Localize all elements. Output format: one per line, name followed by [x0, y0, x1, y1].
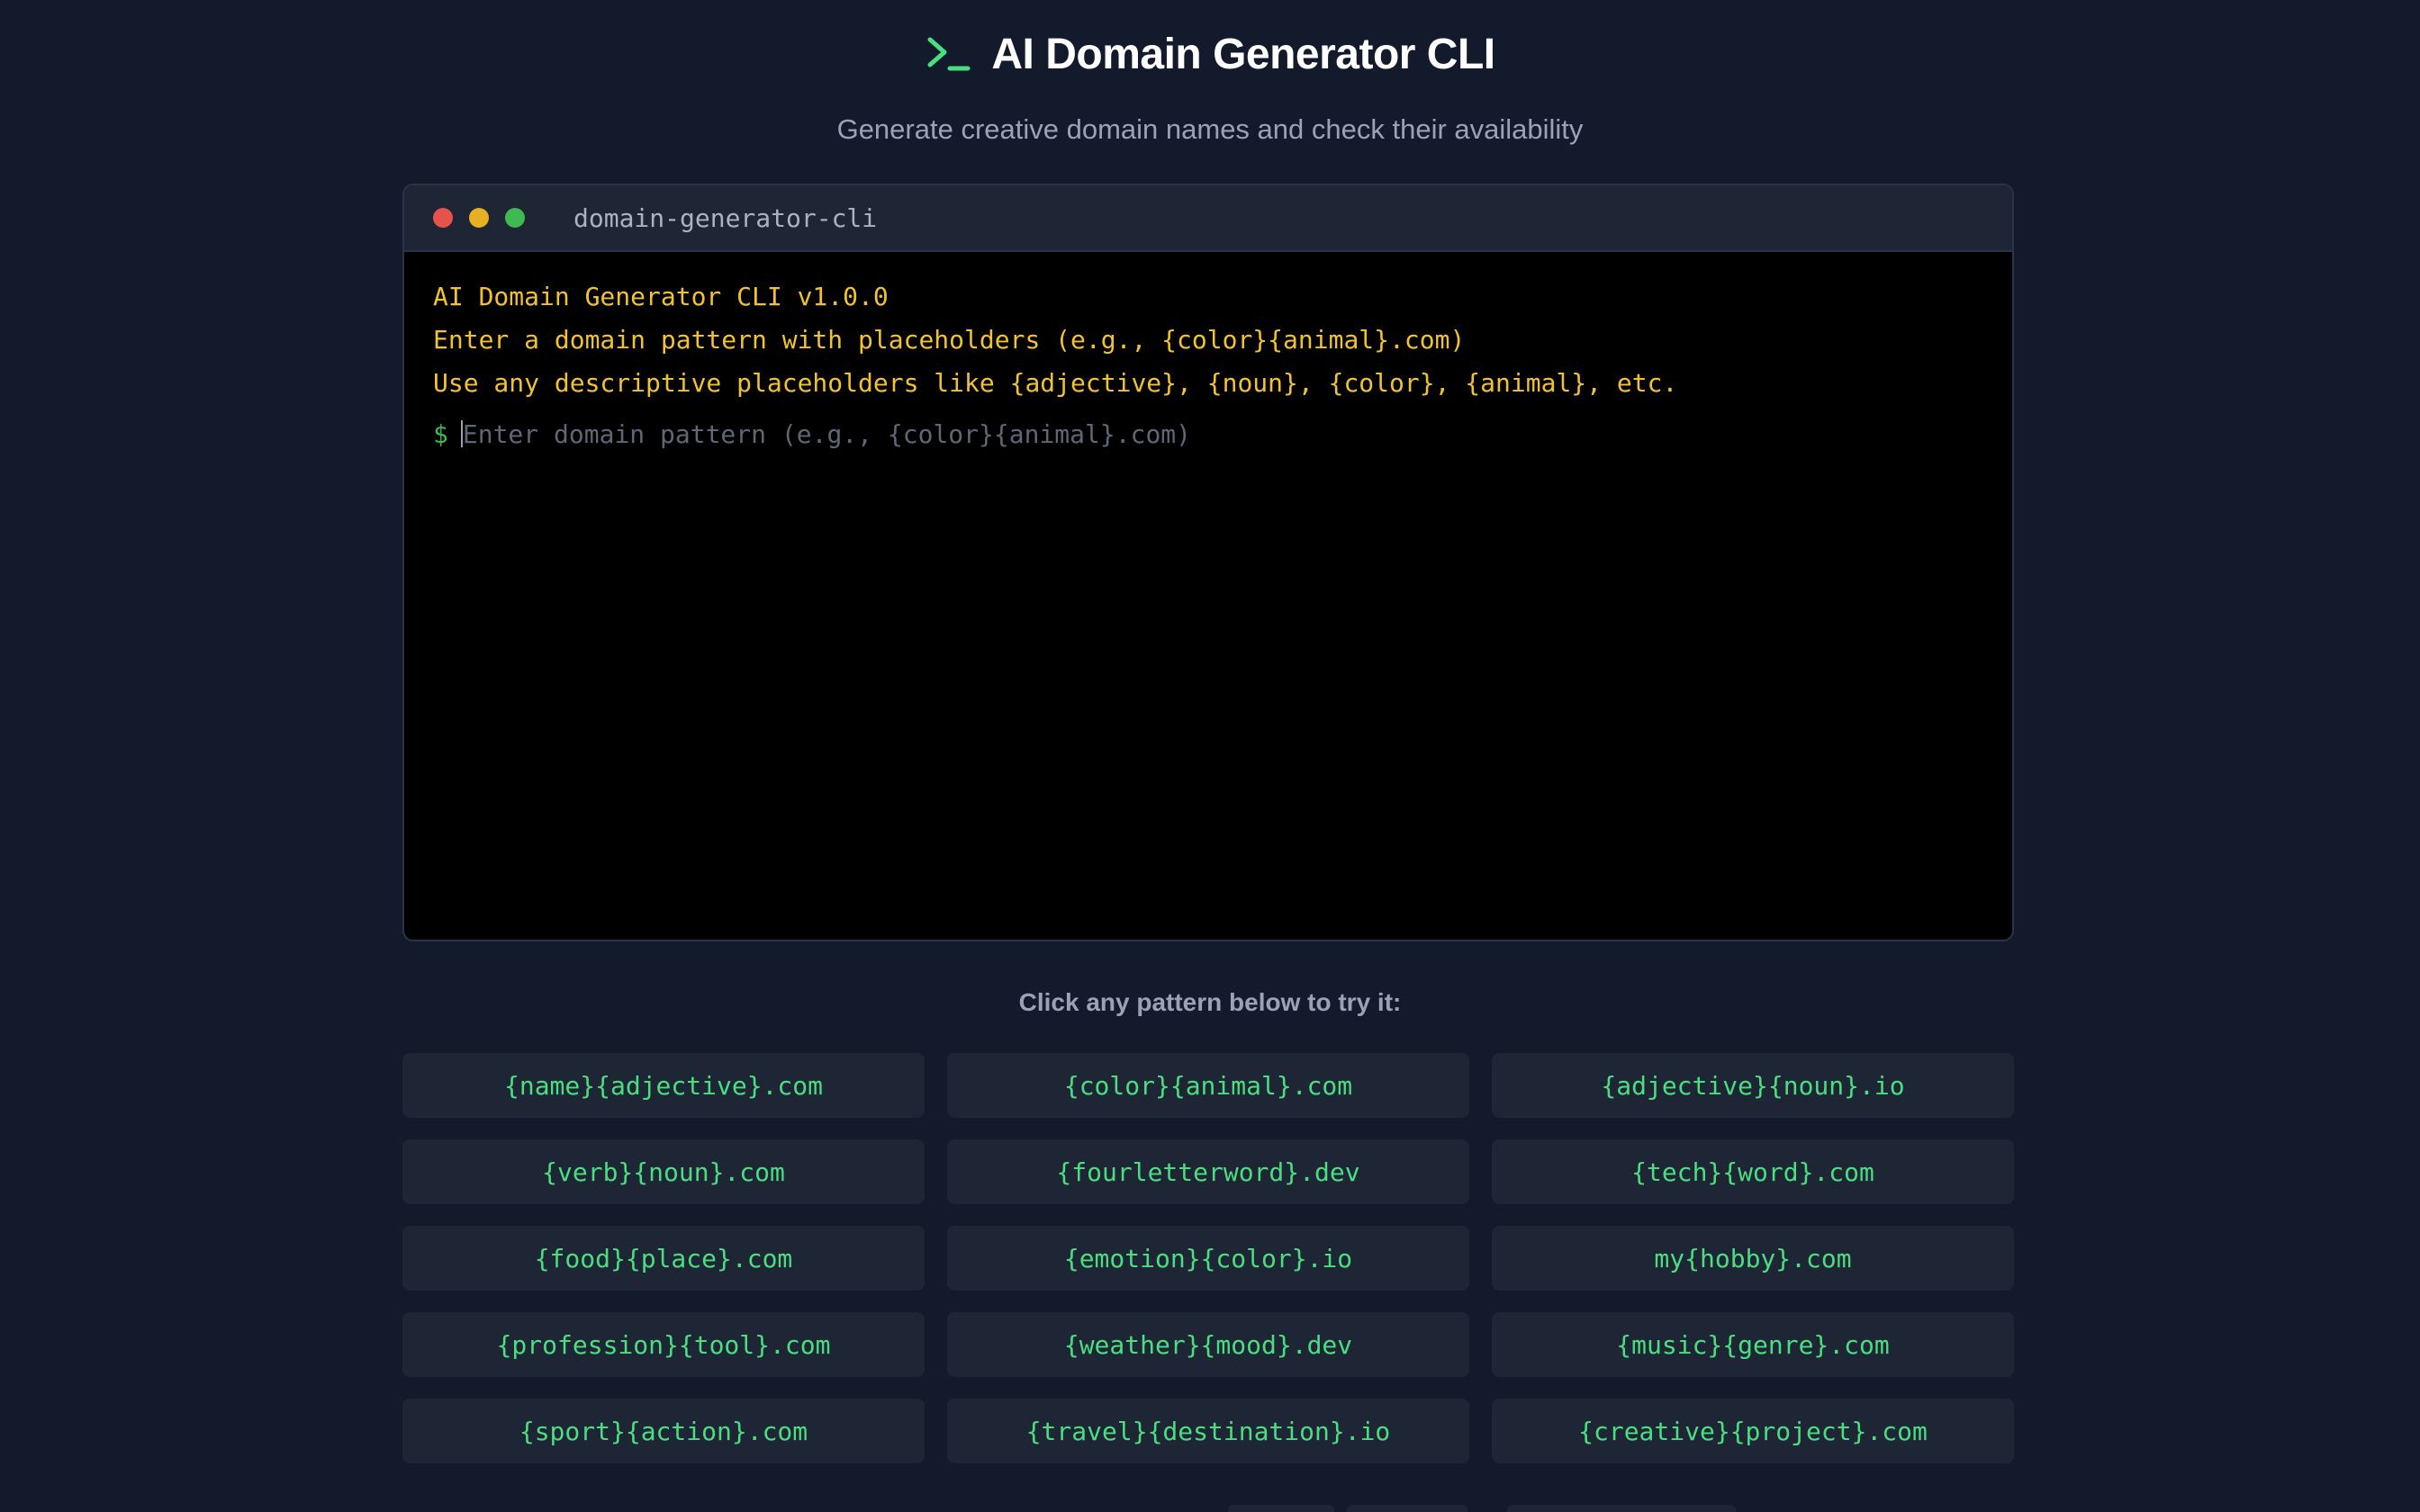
pattern-button[interactable]: {emotion}{color}.io — [947, 1226, 1469, 1291]
terminal-prompt-row: $ — [433, 412, 1983, 455]
terminal-prompt-icon — [927, 37, 971, 71]
pattern-button[interactable]: {profession}{tool}.com — [402, 1312, 925, 1377]
pattern-button[interactable]: {adjective}{noun}.io — [1492, 1053, 2014, 1118]
pattern-button[interactable]: {food}{place}.com — [402, 1226, 925, 1291]
pattern-button[interactable]: {fourletterword}.dev — [947, 1139, 1469, 1204]
pattern-grid: {name}{adjective}.com {color}{animal}.co… — [402, 1053, 2014, 1463]
terminal-title-bar: domain-generator-cli — [404, 185, 2012, 252]
terminal-line-placeholders: Use any descriptive placeholders like {a… — [433, 368, 1678, 398]
pattern-button[interactable]: {weather}{mood}.dev — [947, 1312, 1469, 1377]
terminal-window: domain-generator-cli AI Domain Generator… — [402, 184, 2014, 941]
pattern-button[interactable]: {sport}{action}.com — [402, 1399, 925, 1463]
close-window-dot[interactable] — [433, 208, 453, 228]
pattern-button[interactable]: {music}{genre}.com — [1492, 1312, 2014, 1377]
prompt-symbol: $ — [433, 418, 448, 449]
footer-control[interactable] — [1228, 1505, 1334, 1512]
page-title: AI Domain Generator CLI — [991, 30, 1495, 78]
terminal-window-title: domain-generator-cli — [573, 202, 878, 233]
pattern-button[interactable]: {travel}{destination}.io — [947, 1399, 1469, 1463]
terminal-output: AI Domain Generator CLI v1.0.0 Enter a d… — [404, 252, 2012, 479]
pattern-button[interactable]: {creative}{project}.com — [1492, 1399, 2014, 1463]
page-subtitle: Generate creative domain names and check… — [836, 113, 1584, 145]
patterns-hint: Click any pattern below to try it: — [1018, 988, 1402, 1016]
pattern-button[interactable]: my{hobby}.com — [1492, 1226, 2014, 1291]
domain-pattern-input[interactable] — [462, 418, 1813, 449]
page-header: AI Domain Generator CLI Generate creativ… — [0, 25, 2420, 146]
footer-control[interactable] — [1347, 1505, 1467, 1512]
maximize-window-dot[interactable] — [505, 208, 525, 228]
terminal-line-version: AI Domain Generator CLI v1.0.0 — [433, 282, 889, 311]
pattern-button[interactable]: {verb}{noun}.com — [402, 1139, 925, 1204]
pattern-button[interactable]: {color}{animal}.com — [947, 1053, 1469, 1118]
minimize-window-dot[interactable] — [469, 208, 489, 228]
pattern-button[interactable]: {name}{adjective}.com — [402, 1053, 925, 1118]
terminal-line-instructions: Enter a domain pattern with placeholders… — [433, 325, 1466, 355]
pattern-button[interactable]: {tech}{word}.com — [1492, 1139, 2014, 1204]
title-row: AI Domain Generator CLI — [0, 25, 2420, 83]
footer-control[interactable] — [1507, 1505, 1736, 1512]
